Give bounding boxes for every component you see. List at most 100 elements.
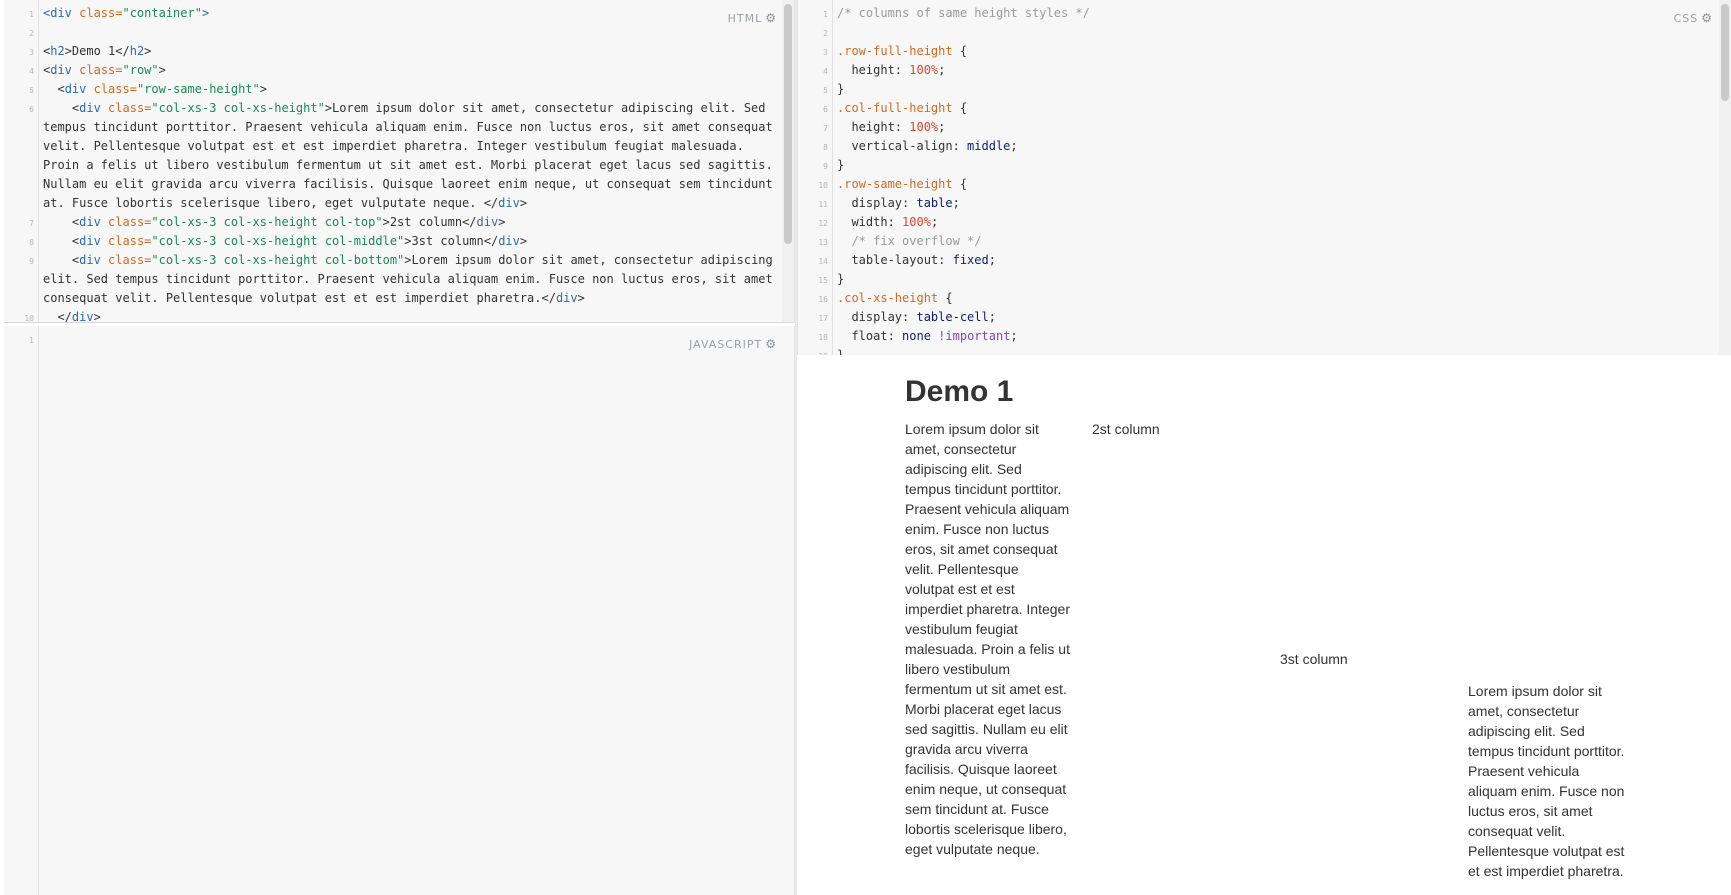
gear-icon[interactable]: ⚙ <box>1701 11 1713 25</box>
line-number: 1 <box>29 10 34 19</box>
code-text[interactable]: <div class="col-xs-3 col-xs-height col-b… <box>4 251 780 308</box>
column-2-text: 2st column <box>1092 421 1160 437</box>
code-text[interactable]: <div class="row-same-height"> <box>4 80 780 99</box>
code-text[interactable]: /* columns of same height styles */ <box>798 4 1717 23</box>
code-line[interactable]: 5} <box>798 80 1717 99</box>
code-text[interactable]: display: table; <box>798 194 1717 213</box>
code-token: div <box>555 291 578 305</box>
code-text[interactable]: </div> <box>4 308 780 323</box>
code-line[interactable]: 8 <div class="col-xs-3 col-xs-height col… <box>4 232 780 251</box>
code-line[interactable]: 3 .row-full-height { <box>798 42 1717 61</box>
code-text[interactable]: .row-full-height { <box>798 42 1717 61</box>
code-token: class= <box>108 215 152 229</box>
code-line[interactable]: 9} <box>798 156 1717 175</box>
code-line[interactable]: 1 <box>4 330 780 349</box>
gear-icon[interactable]: ⚙ <box>765 11 777 25</box>
line-number: 13 <box>818 238 828 247</box>
code-line[interactable]: 3 <h2>Demo 1</h2> <box>4 42 780 61</box>
code-line[interactable]: 9 <div class="col-xs-3 col-xs-height col… <box>4 251 780 308</box>
code-line[interactable]: 8 vertical-align: middle; <box>798 137 1717 156</box>
line-number: 1 <box>29 336 34 345</box>
code-line[interactable]: 12 width: 100%; <box>798 213 1717 232</box>
code-text[interactable]: } <box>798 270 1717 289</box>
code-token: "col-xs-3 col-xs-height col-bottom" <box>151 253 405 267</box>
code-line[interactable]: 4 height: 100%; <box>798 61 1717 80</box>
code-text[interactable]: width: 100%; <box>798 213 1717 232</box>
code-token: > <box>519 196 528 210</box>
css-code-lines[interactable]: 1 /* columns of same height styles */ 2 3.… <box>798 4 1717 355</box>
code-token: > <box>201 6 210 20</box>
code-token: ; <box>952 196 960 210</box>
page-title: Demo 1 <box>905 375 1014 408</box>
code-token: none <box>902 329 931 343</box>
code-token: table <box>916 196 953 210</box>
code-token: div <box>50 63 80 77</box>
code-line[interactable]: 2 <box>798 23 1717 42</box>
line-number: 14 <box>818 257 828 266</box>
line-number: 9 <box>29 257 34 266</box>
code-line[interactable]: 7 height: 100%; <box>798 118 1717 137</box>
html-scrollbar[interactable] <box>784 4 792 244</box>
code-line[interactable]: 6 <div class="col-xs-3 col-xs-height">Lo… <box>4 99 780 213</box>
code-token: > <box>158 63 166 77</box>
code-token: middle <box>967 139 1011 153</box>
code-text[interactable]: height: 100%; <box>798 118 1717 137</box>
code-line[interactable]: 10 </div> <box>4 308 780 323</box>
code-token: height: <box>837 63 910 77</box>
code-line[interactable]: 17 display: table-cell; <box>798 308 1717 327</box>
code-line[interactable]: 16 .col-xs-height { <box>798 289 1717 308</box>
code-token: width: <box>837 215 903 229</box>
code-text[interactable]: <h2>Demo 1</h2> <box>4 42 780 61</box>
code-text[interactable]: .col-full-height { <box>798 99 1717 118</box>
css-pane-label: CSS ⚙ <box>1674 11 1713 25</box>
line-number: 12 <box>818 219 828 228</box>
code-line[interactable]: 10 .row-same-height { <box>798 175 1717 194</box>
code-token: >Lorem ipsum dolor sit amet, consectetur… <box>43 101 780 210</box>
code-token: } <box>837 348 845 355</box>
code-line[interactable]: 7 <div class="col-xs-3 col-xs-height col… <box>4 213 780 232</box>
gear-icon[interactable]: ⚙ <box>765 337 777 351</box>
code-text[interactable]: .col-xs-height { <box>798 289 1717 308</box>
code-line[interactable]: 15} <box>798 270 1717 289</box>
code-text[interactable] <box>4 330 780 349</box>
code-text[interactable]: vertical-align: middle; <box>798 137 1717 156</box>
html-editor-pane[interactable]: 1 <div class="container"> 2 3 <h2>Demo 1</h… <box>4 0 795 323</box>
code-token: .row-same-height <box>837 177 953 191</box>
code-text[interactable]: <div class="col-xs-3 col-xs-height">Lore… <box>4 99 780 213</box>
css-scrollbar[interactable] <box>1721 4 1729 101</box>
code-text[interactable] <box>798 23 1717 42</box>
code-text[interactable]: height: 100%; <box>798 61 1717 80</box>
code-text[interactable]: float: none !important; <box>798 327 1717 346</box>
css-editor-pane[interactable]: 1 /* columns of same height styles */ 2 3.… <box>797 0 1731 355</box>
code-line[interactable]: 5 <div class="row-same-height"> <box>4 80 780 99</box>
code-text[interactable]: table-layout: fixed; <box>798 251 1717 270</box>
code-text[interactable]: } <box>798 80 1717 99</box>
code-text[interactable]: <div class="row"> <box>4 61 780 80</box>
code-text[interactable]: .row-same-height { <box>798 175 1717 194</box>
line-number: 10 <box>24 314 34 323</box>
code-line[interactable]: 1 /* columns of same height styles */ <box>798 4 1717 23</box>
code-line[interactable]: 1 <div class="container"> <box>4 4 780 23</box>
code-token: > <box>93 310 101 323</box>
code-line[interactable]: 2 <box>4 23 780 42</box>
js-code-lines[interactable]: 1 <box>4 330 780 349</box>
code-token: "container" <box>122 6 202 20</box>
code-token: !important <box>938 329 1011 343</box>
code-text[interactable]: /* fix overflow */ <box>798 232 1717 251</box>
code-text[interactable]: display: table-cell; <box>798 308 1717 327</box>
code-line[interactable]: 11 display: table; <box>798 194 1717 213</box>
code-line[interactable]: 18 float: none !important; <box>798 327 1717 346</box>
code-line[interactable]: 13 /* fix overflow */ <box>798 232 1717 251</box>
code-text[interactable]: } <box>798 156 1717 175</box>
code-line[interactable]: 6 .col-full-height { <box>798 99 1717 118</box>
javascript-editor-pane[interactable]: 1 JAVASCRIPT ⚙ <box>4 326 795 895</box>
html-code-lines[interactable]: 1 <div class="container"> 2 3 <h2>Demo 1</h… <box>4 4 780 323</box>
code-text[interactable] <box>4 23 780 42</box>
code-text[interactable]: } <box>798 346 1717 355</box>
code-line[interactable]: 19} <box>798 346 1717 355</box>
code-text[interactable]: <div class="col-xs-3 col-xs-height col-m… <box>4 232 780 251</box>
code-text[interactable]: <div class="col-xs-3 col-xs-height col-t… <box>4 213 780 232</box>
code-line[interactable]: 14 table-layout: fixed; <box>798 251 1717 270</box>
code-line[interactable]: 4 <div class="row"> <box>4 61 780 80</box>
code-text[interactable]: <div class="container"> <box>4 4 780 23</box>
